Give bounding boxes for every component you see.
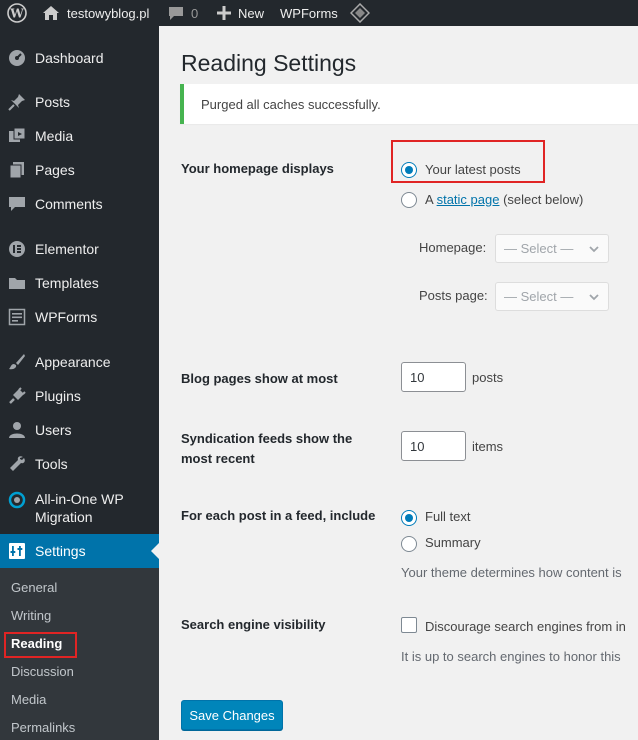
syndication-label-line1: Syndication feeds show the [181,431,353,446]
notice-text: Purged all caches successfully. [201,97,381,112]
full-text-label: Full text [425,509,471,524]
radio-full-text[interactable] [401,510,417,526]
search-visibility-description: It is up to search engines to honor this [401,649,621,664]
discourage-search-checkbox[interactable] [401,617,417,633]
sidebar-item-templates[interactable]: Templates [0,269,159,297]
sidebar-item-plugins[interactable]: Plugins [0,382,159,410]
syndication-unit: items [472,439,504,454]
brush-icon [7,352,27,372]
submenu-item-writing[interactable]: Writing [11,608,51,623]
new-content-menu[interactable]: New [217,0,264,26]
pages-icon [7,160,27,180]
sidebar-item-tools[interactable]: Tools [0,450,159,478]
search-visibility-label: Search engine visibility [181,617,326,632]
dashboard-icon [7,48,27,68]
svg-text:W: W [9,7,24,21]
highlight-box-latest-posts [391,140,545,183]
admin-bar: W testowyblog.pl 0 New WPForms [0,0,638,26]
sidebar-item-pages[interactable]: Pages [0,156,159,184]
sidebar-item-wpforms[interactable]: WPForms [0,303,159,331]
elementor-icon [7,239,27,259]
static-page-link[interactable]: static page [437,192,500,207]
diamond-plugin-icon[interactable] [350,0,370,26]
new-label: New [238,5,265,21]
site-name-menu[interactable]: testowyblog.pl [42,0,149,26]
syndication-label-line2: most recent [181,451,255,466]
feed-include-label: For each post in a feed, include [181,508,376,523]
chevron-down-icon [589,246,599,253]
settings-icon [7,541,27,561]
blog-pages-input[interactable]: 10 [401,362,466,392]
submenu-item-general[interactable]: General [11,580,57,595]
comments-menu[interactable]: 0 [168,0,198,26]
comment-icon [168,6,184,21]
homepage-displays-label: Your homepage displays [181,161,334,176]
highlight-box-reading [4,632,77,658]
submenu-item-permalinks[interactable]: Permalinks [11,720,75,735]
forms-icon [7,307,27,327]
blog-pages-label: Blog pages show at most [181,371,338,386]
chevron-down-icon [589,294,599,301]
discourage-search-label: Discourage search engines from in [425,619,626,634]
wpforms-label: WPForms [280,5,338,21]
sidebar-item-appearance[interactable]: Appearance [0,348,159,376]
sidebar-item-posts[interactable]: Posts [0,88,159,116]
migration-icon [7,490,27,510]
media-icon [7,126,27,146]
site-name: testowyblog.pl [67,5,150,21]
folder-icon [7,273,27,293]
sidebar-item-users[interactable]: Users [0,416,159,444]
sidebar-item-media[interactable]: Media [0,122,159,150]
sidebar-item-elementor[interactable]: Elementor [0,235,159,263]
current-menu-arrow [151,543,159,559]
plug-icon [7,386,27,406]
blog-pages-unit: posts [472,370,504,385]
radio-summary[interactable] [401,536,417,552]
admin-sidebar: Dashboard Posts Media Pages Comments Ele… [0,26,159,740]
pin-icon [7,92,27,112]
sidebar-item-comments[interactable]: Comments [0,190,159,218]
page-title: Reading Settings [181,50,357,76]
user-icon [7,420,27,440]
wrench-icon [7,454,27,474]
syndication-input[interactable]: 10 [401,431,466,461]
save-changes-button[interactable]: Save Changes [181,700,283,730]
summary-label: Summary [425,535,481,550]
wpforms-menu[interactable]: WPForms [280,0,338,26]
submenu-item-discussion[interactable]: Discussion [11,664,74,679]
sidebar-item-all-in-one-migration[interactable]: All-in-One WP Migration [0,488,159,528]
static-page-option: A static page (select below) [425,192,584,207]
homepage-select-label: Homepage: [419,240,487,255]
comments-count: 0 [191,5,199,21]
success-notice: Purged all caches successfully. [180,84,638,124]
sidebar-item-dashboard[interactable]: Dashboard [0,44,159,72]
main-content: Reading Settings Purged all caches succe… [159,26,638,740]
home-icon [42,5,60,21]
sidebar-item-settings[interactable]: Settings [0,534,159,568]
submenu-item-media[interactable]: Media [11,692,46,707]
homepage-select[interactable]: — Select — [495,234,609,263]
posts-page-select-label: Posts page: [419,288,488,303]
posts-page-select[interactable]: — Select — [495,282,609,311]
radio-static-page[interactable] [401,192,417,208]
comment-icon [7,194,27,214]
plus-icon [217,6,231,20]
feed-description: Your theme determines how content is [401,565,622,580]
wordpress-logo-icon[interactable]: W [7,0,27,26]
